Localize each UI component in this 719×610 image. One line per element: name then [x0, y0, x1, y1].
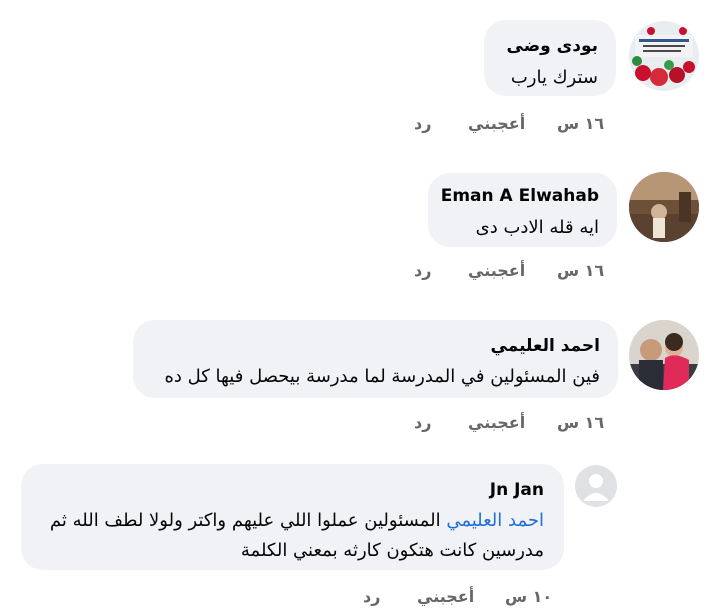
default-user-icon: [575, 465, 617, 507]
avatar-commenter-1[interactable]: [629, 21, 699, 91]
comment-text: سترك يارب: [510, 67, 598, 88]
reply-button[interactable]: رد: [414, 413, 431, 432]
comment-text: المسئولين عملوا اللي عليهم واكتر ولولا ل…: [49, 510, 441, 531]
mention-link[interactable]: احمد العليمي: [446, 510, 544, 531]
comment-time[interactable]: ١٦ س: [557, 413, 604, 432]
like-button[interactable]: أعجبني: [417, 587, 474, 606]
comment-bubble-1: بودى وضى سترك يارب: [484, 20, 616, 96]
comment-time[interactable]: ١٦ س: [557, 261, 604, 280]
reply-button[interactable]: رد: [363, 587, 380, 606]
comment-text: فين المسئولين في المدرسة لما مدرسة بيحصل…: [164, 366, 600, 387]
avatar-commenter-2[interactable]: [629, 172, 699, 242]
commenter-name[interactable]: احمد العليمي: [491, 336, 601, 356]
avatar-commenter-3[interactable]: [629, 320, 699, 390]
comment-bubble-4: Jn Jan احمد العليمي المسئولين عملوا اللي…: [21, 464, 564, 570]
comment-bubble-3: احمد العليمي فين المسئولين في المدرسة لم…: [133, 320, 618, 398]
comment-bubble-2: Eman A Elwahab ايه قله الادب دى: [428, 173, 617, 247]
comment-text: ايه قله الادب دى: [475, 217, 599, 238]
like-button[interactable]: أعجبني: [468, 114, 525, 133]
commenter-name[interactable]: Eman A Elwahab: [441, 186, 599, 206]
comment-time[interactable]: ١٠ س: [505, 587, 552, 606]
comment-text-line-1: احمد العليمي المسئولين عملوا اللي عليهم …: [50, 510, 544, 531]
like-button[interactable]: أعجبني: [468, 261, 525, 280]
commenter-name[interactable]: Jn Jan: [490, 480, 544, 500]
reply-button[interactable]: رد: [414, 114, 431, 133]
like-button[interactable]: أعجبني: [468, 413, 525, 432]
comment-time[interactable]: ١٦ س: [557, 114, 604, 133]
avatar-commenter-4[interactable]: [575, 465, 617, 507]
comment-text-line-2: مدرسين كانت هتكون كارثه بمعني الكلمة: [240, 540, 544, 561]
commenter-name[interactable]: بودى وضى: [507, 36, 598, 56]
reply-button[interactable]: رد: [414, 261, 431, 280]
